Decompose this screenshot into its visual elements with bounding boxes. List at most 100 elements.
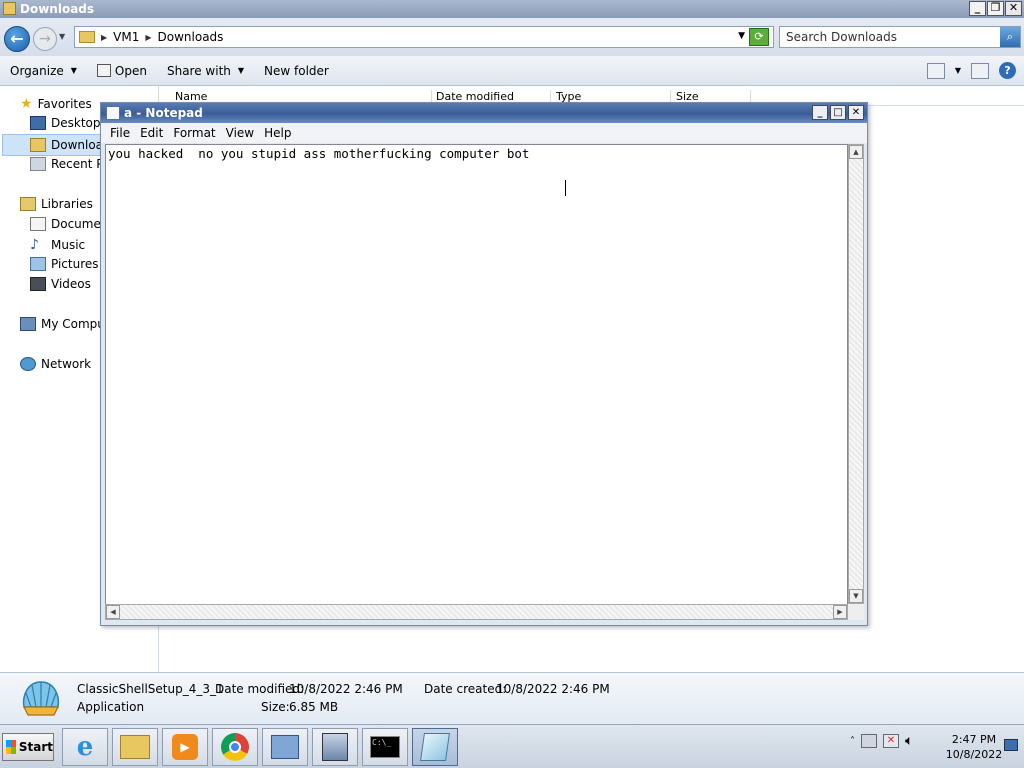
open-icon xyxy=(96,64,111,77)
chevron-right-icon[interactable]: ▶ xyxy=(145,33,151,42)
size-value: 6.85 MB xyxy=(289,700,339,714)
folder-icon xyxy=(3,2,16,15)
sidebar-label: Videos xyxy=(51,277,91,291)
classic-shell-icon xyxy=(22,681,60,716)
explorer-title: Downloads xyxy=(20,2,95,16)
help-icon[interactable]: ? xyxy=(999,62,1016,79)
new-folder-label: New folder xyxy=(264,63,329,78)
recent-pages-dropdown[interactable]: ▼ xyxy=(59,32,65,41)
notepad-text-area[interactable]: you hacked no you stupid ass motherfucki… xyxy=(105,144,848,620)
sidebar-label: Favorites xyxy=(37,97,92,111)
notepad-minimize-button[interactable]: _ xyxy=(812,105,828,120)
menu-file[interactable]: File xyxy=(105,126,135,140)
chevron-down-icon[interactable]: ▼ xyxy=(738,31,745,41)
network-status-icon[interactable]: ✕ xyxy=(883,734,899,748)
sidebar-label: Network xyxy=(41,357,92,371)
text-cursor-icon xyxy=(565,180,567,196)
sidebar-item-desktop[interactable]: Desktop xyxy=(30,116,101,130)
chevron-down-icon[interactable]: ▼ xyxy=(955,66,961,75)
music-icon: ♪ xyxy=(30,237,39,253)
recent-places-icon xyxy=(30,157,46,171)
clock-time: 2:47 PM xyxy=(951,733,997,746)
horizontal-scrollbar[interactable]: ◀ ▶ xyxy=(105,604,848,620)
folder-icon xyxy=(79,31,95,43)
breadcrumb[interactable]: ▶ VM1 ▶ Downloads ▼ ⟳ xyxy=(74,26,774,48)
explorer-titlebar[interactable]: Downloads _ ❐ ✕ xyxy=(0,0,1024,18)
sidebar-item-videos[interactable]: Videos xyxy=(30,277,91,291)
search-icon[interactable]: ⌕ xyxy=(1000,27,1020,47)
sidebar-item-libraries[interactable]: Libraries xyxy=(20,197,93,211)
menu-view[interactable]: View xyxy=(221,126,259,140)
notepad-maximize-button[interactable]: □ xyxy=(830,105,846,120)
search-input[interactable]: Search Downloads ⌕ xyxy=(779,26,1021,48)
volume-icon[interactable]: 🔈︎ xyxy=(905,733,913,749)
notepad-titlebar[interactable]: a - Notepad _ □ ✕ xyxy=(101,103,867,123)
videos-icon xyxy=(30,277,46,291)
resize-grip[interactable] xyxy=(848,604,864,620)
change-view-icon[interactable] xyxy=(926,62,945,79)
taskbar-network-setup[interactable] xyxy=(312,728,358,766)
taskbar-internet-explorer[interactable]: e xyxy=(62,728,108,766)
details-pane: ClassicShellSetup_4_3_1 Application Date… xyxy=(0,672,1024,724)
taskbar-notepad[interactable] xyxy=(412,728,458,766)
restore-button[interactable]: ❐ xyxy=(987,1,1004,16)
windows-logo-icon xyxy=(6,740,16,754)
notepad-content[interactable]: you hacked no you stupid ass motherfucki… xyxy=(108,146,529,161)
scroll-left-button[interactable]: ◀ xyxy=(106,605,120,619)
sidebar-item-pictures[interactable]: Pictures xyxy=(30,257,99,271)
scroll-up-button[interactable]: ▲ xyxy=(849,145,863,159)
action-center-icon[interactable] xyxy=(861,734,877,748)
sidebar-item-favorites[interactable]: ★ Favorites xyxy=(20,96,92,112)
taskbar: Start e ▶ C:\_ ˄ ✕ 🔈︎ 2:47 PM 10/8/2022 xyxy=(0,724,1024,768)
command-prompt-icon: C:\_ xyxy=(370,736,400,758)
vertical-scrollbar[interactable]: ▲ ▼ xyxy=(848,144,864,604)
breadcrumb-downloads[interactable]: Downloads xyxy=(158,30,224,44)
taskbar-command-prompt[interactable]: C:\_ xyxy=(362,728,408,766)
forward-button[interactable]: → xyxy=(33,27,57,51)
file-explorer-icon xyxy=(120,735,150,759)
chevron-down-icon: ▼ xyxy=(237,66,245,75)
sidebar-label: Libraries xyxy=(41,197,93,211)
start-label: Start xyxy=(18,740,53,754)
taskbar-media-player[interactable]: ▶ xyxy=(162,728,208,766)
network-icon xyxy=(20,357,36,371)
start-button[interactable]: Start xyxy=(2,733,54,761)
sidebar-item-network[interactable]: Network xyxy=(20,357,91,371)
notepad-title: a - Notepad xyxy=(124,106,203,120)
search-placeholder: Search Downloads xyxy=(786,30,897,44)
preview-pane-icon[interactable] xyxy=(971,62,989,79)
taskbar-file-explorer[interactable] xyxy=(112,728,158,766)
open-label: Open xyxy=(114,63,147,78)
date-created-value: 10/8/2022 2:46 PM xyxy=(496,682,610,696)
show-desktop-button[interactable] xyxy=(1004,739,1018,751)
breadcrumb-vm1[interactable]: VM1 xyxy=(113,30,139,44)
system-clock[interactable]: 2:47 PM 10/8/2022 xyxy=(942,732,1006,762)
size-label: Size: xyxy=(261,700,290,714)
menu-help[interactable]: Help xyxy=(259,126,296,140)
menu-edit[interactable]: Edit xyxy=(135,126,168,140)
scroll-right-button[interactable]: ▶ xyxy=(833,605,847,619)
taskbar-server-manager[interactable] xyxy=(262,728,308,766)
sidebar-item-music[interactable]: ♪ Music xyxy=(30,237,85,253)
refresh-button[interactable]: ⟳ xyxy=(749,28,769,46)
scroll-down-button[interactable]: ▼ xyxy=(849,589,863,603)
network-setup-icon xyxy=(322,733,348,761)
close-button[interactable]: ✕ xyxy=(1005,1,1022,16)
internet-explorer-icon: e xyxy=(76,732,94,762)
minimize-button[interactable]: _ xyxy=(969,1,986,16)
chevron-right-icon[interactable]: ▶ xyxy=(101,33,107,42)
back-button[interactable]: ← xyxy=(4,26,30,52)
chevron-down-icon: ▼ xyxy=(70,66,77,75)
taskbar-chrome[interactable] xyxy=(212,728,258,766)
notepad-icon xyxy=(106,106,120,120)
menu-format[interactable]: Format xyxy=(168,126,220,140)
libraries-icon xyxy=(20,197,36,211)
organize-button[interactable]: Organize ▼ xyxy=(0,64,87,78)
notepad-close-button[interactable]: ✕ xyxy=(848,105,864,120)
show-hidden-icons-icon[interactable]: ˄ xyxy=(850,736,855,747)
share-with-button[interactable]: Share with ▼ xyxy=(157,64,254,78)
command-toolbar: Organize ▼ Open Share with ▼ New folder ▼ … xyxy=(0,56,1024,86)
new-folder-button[interactable]: New folder xyxy=(254,64,339,78)
chrome-icon xyxy=(221,733,249,761)
open-button[interactable]: Open xyxy=(87,64,157,78)
